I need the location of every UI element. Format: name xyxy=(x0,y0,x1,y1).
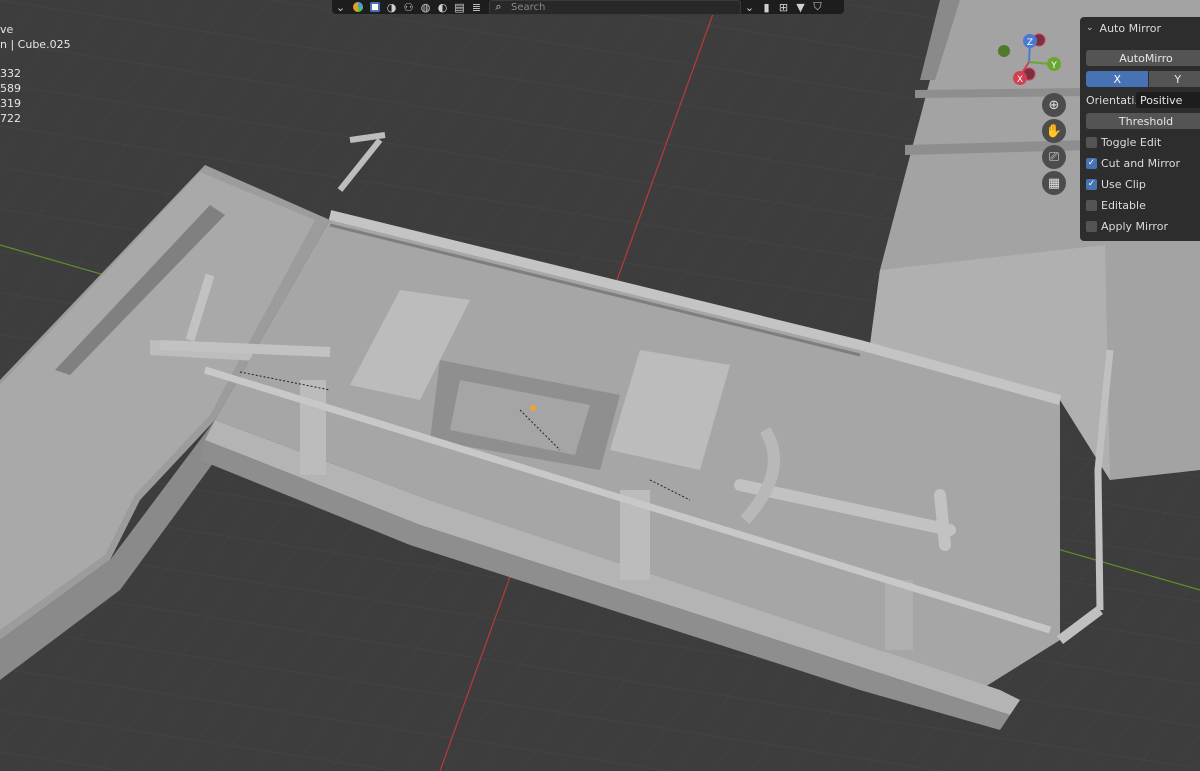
checkbox-box[interactable] xyxy=(1086,136,1097,148)
editable-checkbox[interactable]: Editable xyxy=(1086,197,1146,213)
orientation-select[interactable]: Positive xyxy=(1136,92,1200,108)
shield-check-icon[interactable]: ⛉ xyxy=(809,0,826,14)
search-icon: ⌕ xyxy=(495,0,502,13)
search-input[interactable]: ⌕ Search xyxy=(489,0,741,15)
stats-line-object: n | Cube.025 xyxy=(0,38,71,51)
checkbox-label: Cut and Mirror xyxy=(1101,156,1181,170)
camera-view-icon[interactable]: ⎚ xyxy=(1042,145,1066,169)
3d-viewport[interactable] xyxy=(0,0,1200,771)
panel-title: Auto Mirror xyxy=(1099,21,1161,35)
checkbox-box[interactable] xyxy=(1086,199,1097,211)
dropdown-chevron-icon[interactable]: ⌄ xyxy=(741,0,758,14)
checkbox-label: Use Clip xyxy=(1101,177,1146,191)
cut-and-mirror-checkbox[interactable]: ✓ Cut and Mirror xyxy=(1086,155,1180,171)
stats-line-edges: 589 xyxy=(0,82,21,95)
shading-color-icon[interactable] xyxy=(349,0,366,14)
gizmo-z-label: Z xyxy=(1027,38,1033,48)
checkbox-label: Toggle Edit xyxy=(1101,135,1162,149)
stats-line-faces: 319 xyxy=(0,97,21,110)
viewport-header-toolbar: ⌄ ◑ ⚇ ◍ ◐ ▤ ≣ ⌕ Search ⌄ ▮ ⊞ ▼ ⛉ xyxy=(332,0,844,15)
checkbox-label: Editable xyxy=(1101,198,1146,212)
viewport-stats-overlay: ve n | Cube.025 332 589 319 722 xyxy=(0,22,71,126)
filter-icon[interactable]: ▼ xyxy=(792,0,809,14)
chevron-down-icon[interactable]: ⌄ xyxy=(1086,23,1094,33)
navigation-gizmo[interactable]: Z Y X xyxy=(996,28,1066,92)
hierarchy-icon[interactable]: ⊞ xyxy=(775,0,792,14)
axis-toggle-row: X Y xyxy=(1086,71,1200,87)
checkbox-label: Apply Mirror xyxy=(1101,219,1168,233)
material-preview-icon[interactable]: ◑ xyxy=(383,0,400,14)
checkbox-box[interactable] xyxy=(1086,220,1097,232)
gizmo-y-label: Y xyxy=(1050,61,1057,71)
checkmark-icon[interactable]: ✓ xyxy=(1086,178,1097,190)
axis-x-toggle[interactable]: X xyxy=(1086,71,1149,87)
pan-hand-icon[interactable]: ✋ xyxy=(1042,119,1066,143)
automirror-button[interactable]: AutoMirro xyxy=(1086,50,1200,66)
checkmark-icon[interactable]: ✓ xyxy=(1086,157,1097,169)
solid-shading-icon[interactable] xyxy=(366,0,383,14)
threshold-field[interactable]: Threshold xyxy=(1086,113,1200,129)
search-placeholder: Search xyxy=(511,1,546,13)
auto-mirror-panel: ⌄ Auto Mirror AutoMirro X Y Orientati...… xyxy=(1080,17,1200,241)
gizmo-x-label: X xyxy=(1017,75,1023,85)
perspective-grid-icon[interactable]: ▦ xyxy=(1042,171,1066,195)
toggle-edit-checkbox[interactable]: Toggle Edit xyxy=(1086,134,1161,150)
use-clip-checkbox[interactable]: ✓ Use Clip xyxy=(1086,176,1146,192)
stats-line-triangles: 722 xyxy=(0,112,21,125)
axis-y-toggle[interactable]: Y xyxy=(1149,71,1200,87)
overlay-icon[interactable]: ◐ xyxy=(434,0,451,14)
orientation-label: Orientati... xyxy=(1086,93,1136,107)
xray-icon[interactable]: ▤ xyxy=(451,0,468,14)
chevron-down-icon[interactable]: ⌄ xyxy=(332,0,349,14)
stats-line-vertices: 332 xyxy=(0,67,21,80)
viewport-scene xyxy=(0,0,1200,771)
orientation-row: Orientati... Positive xyxy=(1086,92,1200,108)
bookmark-icon[interactable]: ▮ xyxy=(758,0,775,14)
layers-icon[interactable]: ≣ xyxy=(468,0,485,14)
stats-spacer xyxy=(0,52,71,66)
wireframe-icon[interactable]: ◍ xyxy=(417,0,434,14)
render-preview-icon[interactable]: ⚇ xyxy=(400,0,417,14)
stats-line-mode: ve xyxy=(0,23,14,36)
apply-mirror-checkbox[interactable]: Apply Mirror xyxy=(1086,218,1168,234)
panel-header[interactable]: ⌄ Auto Mirror xyxy=(1080,17,1200,39)
zoom-icon[interactable]: ⊕ xyxy=(1042,93,1066,117)
